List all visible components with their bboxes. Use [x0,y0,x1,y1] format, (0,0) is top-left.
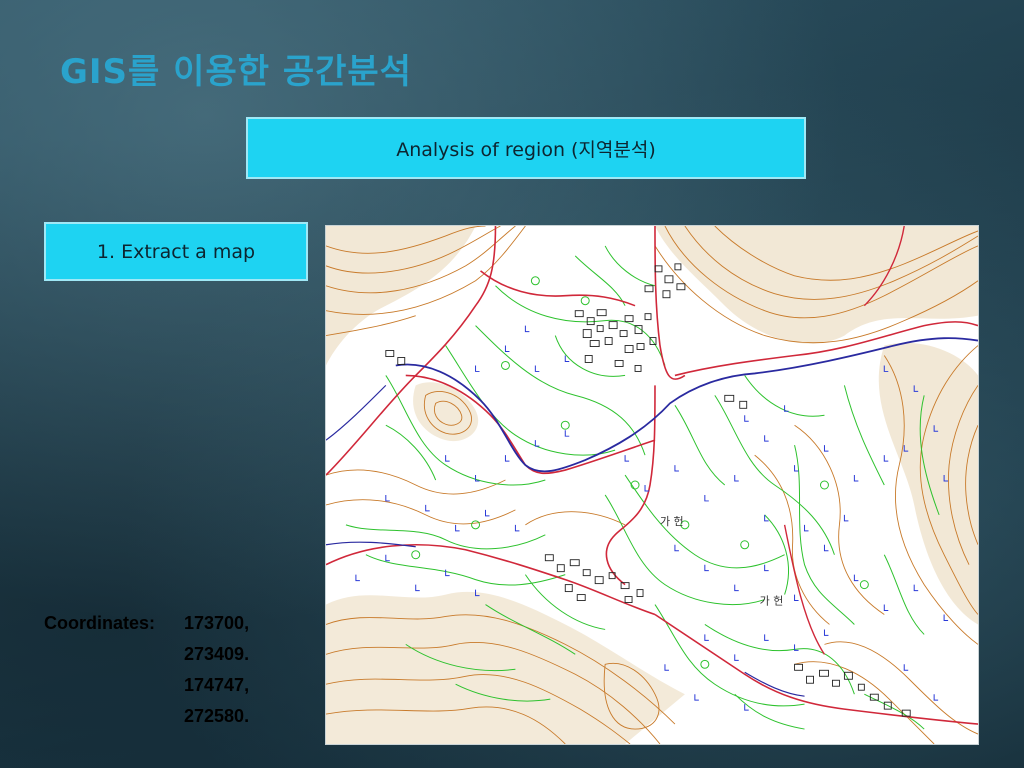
hill-areas [326,226,978,744]
coordinates-label: Coordinates: [44,613,156,633]
analysis-of-region-label: Analysis of region (지역분석) [396,138,656,161]
map-place-label: 가 헌 [760,595,784,608]
coordinate-value: 173700, [184,613,250,633]
road [654,613,978,725]
topographic-map: 가 헌 가 헌 [325,225,979,745]
analysis-of-region-box: Analysis of region (지역분석) [246,117,806,179]
coordinate-value: 174747, [184,675,250,695]
coordinate-value: 273409. [184,644,250,664]
map-place-label: 가 헌 [660,515,684,528]
coordinate-value: 272580. [184,706,250,726]
extract-map-box: 1. Extract a map [44,222,308,281]
highway [744,671,805,697]
hill-area [413,382,479,442]
map-canvas: 가 헌 가 헌 [326,226,978,744]
slide-title: GIS를 이용한 공간분석 [60,52,412,92]
coordinates-values: 173700, 273409. 174747, 272580. [184,608,249,732]
hill-area [326,226,476,366]
highway [326,384,387,441]
extract-map-label: 1. Extract a map [96,240,256,263]
hill-area [654,226,978,344]
